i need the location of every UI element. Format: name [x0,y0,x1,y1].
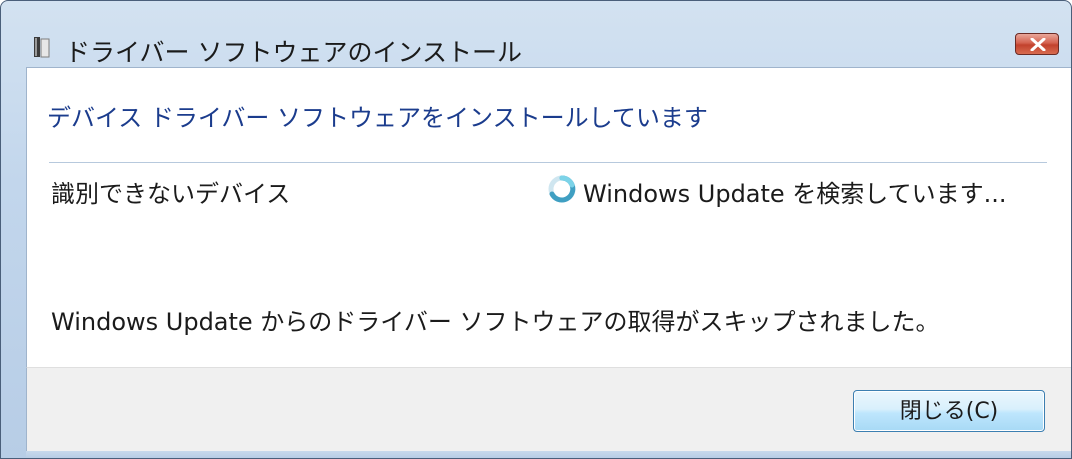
status-message: Windows Update からのドライバー ソフトウェアの取得がスキップされ… [51,308,940,336]
window-bottom-border [26,451,1071,458]
device-name-label: 識別できないデバイス [51,180,291,208]
spinner-icon [547,174,577,204]
dialog-window: ドライバー ソフトウェアのインストール デバイス ドライバー ソフトウェアをイン… [0,0,1072,459]
close-button[interactable]: 閉じる(C) [853,390,1045,432]
page-title: デバイス ドライバー ソフトウェアをインストールしています [47,104,708,132]
dialog-content: デバイス ドライバー ソフトウェアをインストールしています 識別できないデバイス… [26,67,1071,368]
title-bar[interactable]: ドライバー ソフトウェアのインストール [1,1,1071,67]
divider [49,162,1047,163]
close-icon [1030,38,1046,51]
driver-install-icon [33,35,51,59]
window-close-button[interactable] [1015,33,1059,55]
status-text: Windows Update を検索しています... [583,180,1007,208]
window-title: ドライバー ソフトウェアのインストール [65,38,522,67]
dialog-footer: 閉じる(C) [26,367,1071,452]
